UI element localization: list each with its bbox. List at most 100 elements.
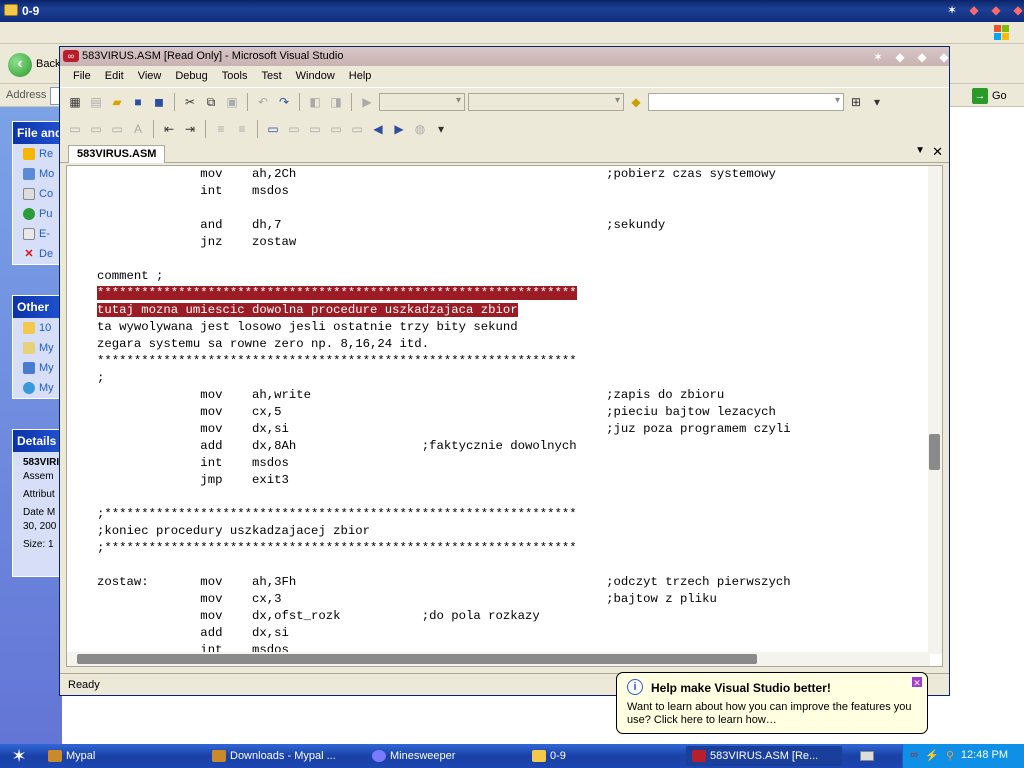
code-line[interactable]: jmp exit3 <box>97 472 791 489</box>
code-line[interactable]: mov cx,3 ;bajtow z pliku <box>97 591 791 608</box>
uncomment-lines-icon[interactable]: ≡ <box>233 120 251 138</box>
menu-file[interactable]: File <box>66 66 98 87</box>
previous-bookmark-folder-icon[interactable]: ▭ <box>327 120 345 138</box>
taskbar-item-mypal[interactable]: Mypal <box>42 746 192 766</box>
selected-text[interactable]: ****************************************… <box>97 286 577 300</box>
paste-icon[interactable]: ▣ <box>223 93 241 111</box>
code-line[interactable]: ;***************************************… <box>97 540 791 557</box>
code-line[interactable]: mov dx,si ;juz poza programem czyli <box>97 421 790 438</box>
code-line[interactable] <box>97 489 791 506</box>
vertical-scrollbar[interactable] <box>928 166 942 654</box>
find-in-files-icon[interactable]: ◆ <box>627 93 645 111</box>
menu-view[interactable]: View <box>131 66 169 87</box>
increase-indent-icon[interactable]: ⇥ <box>181 120 199 138</box>
solution-platforms-dropdown[interactable] <box>468 93 624 111</box>
close-document-icon[interactable]: ✕ <box>932 144 943 160</box>
code-line[interactable]: mov cx,5 ;pieciu bajtow lezacych <box>97 404 791 421</box>
code-line[interactable]: jnz zostaw <box>97 234 791 251</box>
save-icon[interactable]: ■ <box>129 93 147 111</box>
redo-icon[interactable]: ↷ <box>275 93 293 111</box>
code-line[interactable]: ;koniec procedury uszkadzajacej zbior <box>97 523 791 540</box>
save-all-icon[interactable]: ◼ <box>150 93 168 111</box>
code-text[interactable]: mov ah,2Ch ;pobierz czas systemowy int m… <box>97 166 791 659</box>
start-debugging-icon[interactable]: ▶ <box>358 93 376 111</box>
code-line[interactable]: and dh,7 ;sekundy <box>97 217 791 234</box>
menu-edit[interactable]: Edit <box>98 66 131 87</box>
next-bookmark-icon[interactable]: ▭ <box>306 120 324 138</box>
complete-word-icon[interactable]: A <box>129 120 147 138</box>
solution-explorer-icon[interactable]: ⊞ <box>847 93 865 111</box>
menu-tools[interactable]: Tools <box>215 66 255 87</box>
star-icon[interactable]: ✶ <box>944 2 960 18</box>
start-button[interactable]: ✶ <box>0 744 38 768</box>
cut-icon[interactable]: ✂ <box>181 93 199 111</box>
visual-studio-tray-icon[interactable]: ∞ <box>907 749 921 763</box>
display-quick-info-icon[interactable]: ▭ <box>108 120 126 138</box>
undo-icon[interactable]: ↶ <box>254 93 272 111</box>
minimize-icon[interactable]: ◆ <box>892 49 908 65</box>
menu-window[interactable]: Window <box>289 66 342 87</box>
comment-lines-icon[interactable]: ≡ <box>212 120 230 138</box>
vs-title-bar[interactable]: ∞ 583VIRUS.ASM [Read Only] - Microsoft V… <box>60 47 949 66</box>
selected-text[interactable]: tutaj mozna umiescic dowolna procedure u… <box>97 303 518 317</box>
search-icon[interactable]: ⚲ <box>943 749 957 763</box>
taskbar-item-downloads[interactable]: Downloads - Mypal ... <box>206 746 356 766</box>
taskbar-item-minesweeper[interactable]: Minesweeper <box>366 746 516 766</box>
code-line[interactable] <box>97 557 791 574</box>
next-bookmark-in-document-icon[interactable]: ▶ <box>390 120 408 138</box>
clear-bookmarks-icon[interactable]: ◍ <box>411 120 429 138</box>
next-bookmark-folder-icon[interactable]: ▭ <box>348 120 366 138</box>
back-button-label[interactable]: Back <box>36 58 60 70</box>
code-line[interactable]: mov dx,ofst_rozk ;do pola rozkazy <box>97 608 791 625</box>
code-line[interactable]: int msdos <box>97 455 791 472</box>
code-line[interactable]: mov ah,write ;zapis do zbioru <box>97 387 791 404</box>
star-icon[interactable]: ✶ <box>870 49 886 65</box>
taskbar-item-folder[interactable]: 0-9 <box>526 746 676 766</box>
taskbar-item-visual-studio[interactable]: 583VIRUS.ASM [Re... <box>686 746 842 766</box>
horizontal-scrollbar[interactable] <box>67 652 930 666</box>
menu-debug[interactable]: Debug <box>168 66 214 87</box>
toolbar-options-icon[interactable]: ▾ <box>432 120 450 138</box>
find-combo[interactable] <box>648 93 844 111</box>
navigate-forward-icon[interactable]: ◨ <box>327 93 345 111</box>
code-line[interactable]: tutaj mozna umiescic dowolna procedure u… <box>97 302 791 319</box>
balloon-message[interactable]: Want to learn about how you can improve … <box>627 701 919 727</box>
code-line[interactable]: add dx,si <box>97 625 791 642</box>
decrease-indent-icon[interactable]: ⇤ <box>160 120 178 138</box>
toggle-bookmark-icon[interactable]: ▭ <box>264 120 282 138</box>
clock[interactable]: 12:48 PM <box>961 749 1008 761</box>
code-editor[interactable]: mov ah,2Ch ;pobierz czas systemowy int m… <box>66 165 943 667</box>
previous-bookmark-icon[interactable]: ▭ <box>285 120 303 138</box>
close-icon[interactable]: ◆ <box>1010 2 1024 18</box>
code-line[interactable]: ****************************************… <box>97 353 791 370</box>
copy-icon[interactable]: ⧉ <box>202 93 220 111</box>
network-icon[interactable]: ⚡ <box>925 749 939 763</box>
navigate-backward-icon[interactable]: ◧ <box>306 93 324 111</box>
maximize-icon[interactable]: ◆ <box>914 49 930 65</box>
open-file-icon[interactable]: ▰ <box>108 93 126 111</box>
active-files-dropdown-icon[interactable]: ▼ <box>915 145 925 156</box>
code-line[interactable] <box>97 200 791 217</box>
code-line[interactable]: mov ah,2Ch ;pobierz czas systemowy <box>97 166 791 183</box>
vertical-scroll-thumb[interactable] <box>929 434 940 470</box>
code-line[interactable]: add dx,8Ah ;faktycznie dowolnych <box>97 438 791 455</box>
horizontal-scroll-thumb[interactable] <box>77 654 757 664</box>
notification-balloon[interactable]: i Help make Visual Studio better! ✕ Want… <box>616 672 928 734</box>
menu-test[interactable]: Test <box>254 66 288 87</box>
toolbar-options-icon[interactable]: ▾ <box>868 93 886 111</box>
close-icon[interactable]: ✕ <box>911 676 923 688</box>
keyboard-icon[interactable] <box>860 751 874 761</box>
maximize-icon[interactable]: ◆ <box>988 2 1004 18</box>
solution-configurations-dropdown[interactable] <box>379 93 465 111</box>
previous-bookmark-in-document-icon[interactable]: ◀ <box>369 120 387 138</box>
code-line[interactable]: zostaw: mov ah,3Fh ;odczyt trzech pierws… <box>97 574 791 591</box>
menu-help[interactable]: Help <box>342 66 379 87</box>
code-line[interactable]: ****************************************… <box>97 285 791 302</box>
display-parameter-info-icon[interactable]: ▭ <box>87 120 105 138</box>
go-button[interactable]: → Go <box>972 87 1020 105</box>
back-arrow-icon[interactable]: ‹ <box>8 53 32 77</box>
code-line[interactable]: ta wywolywana jest losowo jesli ostatnie… <box>97 319 791 336</box>
display-object-member-list-icon[interactable]: ▭ <box>66 120 84 138</box>
add-item-icon[interactable]: ▤ <box>87 93 105 111</box>
code-line[interactable]: zegara systemu sa rowne zero np. 8,16,24… <box>97 336 791 353</box>
